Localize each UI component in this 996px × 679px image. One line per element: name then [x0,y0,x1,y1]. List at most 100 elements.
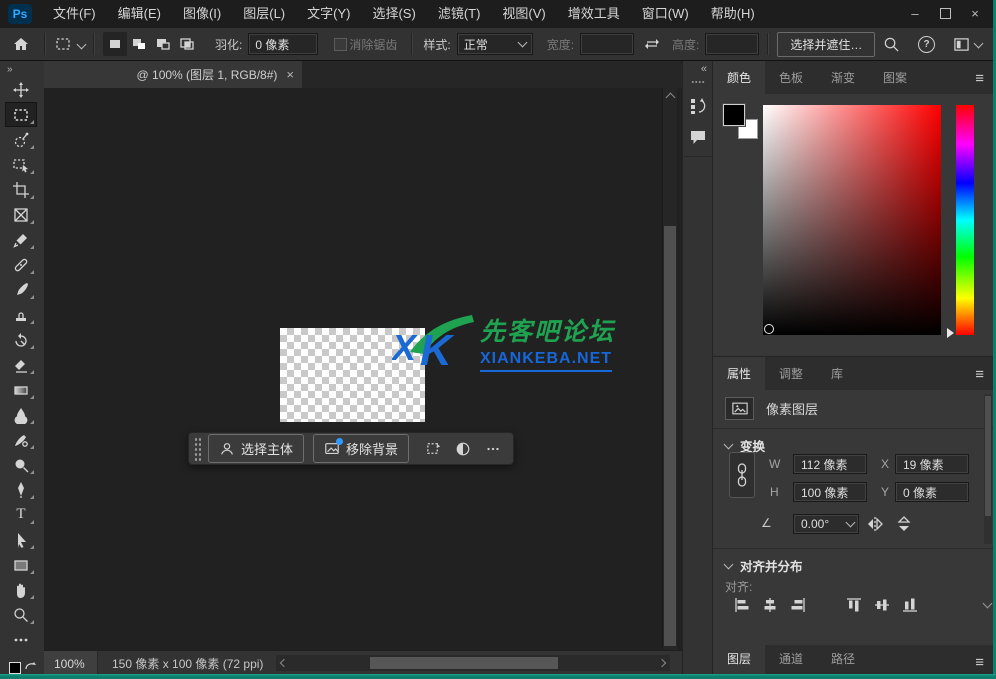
tab-gradients[interactable]: 渐变 [817,61,869,94]
tab-properties[interactable]: 属性 [713,357,766,390]
color-marker[interactable] [764,324,774,334]
vertical-scrollbar-thumb[interactable] [664,226,676,646]
menu-plugins[interactable]: 增效工具 [557,0,631,28]
tool-quick-selection[interactable] [5,127,37,152]
tool-type[interactable]: T [5,502,37,527]
menu-help[interactable]: 帮助(H) [700,0,766,28]
select-subject-button[interactable]: 选择主体 [208,434,305,463]
menu-window[interactable]: 窗口(W) [631,0,700,28]
tool-pen[interactable] [5,477,37,502]
menu-select[interactable]: 选择(S) [361,0,426,28]
help-icon[interactable]: ? [918,35,935,53]
link-dimensions-toggle[interactable] [729,452,755,498]
x-value-field[interactable]: 19 像素 [895,454,969,474]
menu-layer[interactable]: 图层(L) [232,0,296,28]
tool-object-selection[interactable] [5,152,37,177]
subtract-from-selection-button[interactable] [151,32,175,56]
antialias-checkbox[interactable] [334,37,348,51]
rotation-angle-dropdown[interactable]: 0.00° [793,514,859,534]
canvas[interactable]: X K 先客吧论坛 XIANKEBA.NET 选择主体 移除背景 [44,88,682,650]
minimize-button[interactable]: – [900,0,930,26]
hue-slider[interactable] [956,105,974,335]
align-bottom-icon[interactable] [901,596,919,614]
menu-view[interactable]: 视图(V) [491,0,556,28]
tool-smudge[interactable] [5,427,37,452]
panel-menu-icon[interactable]: ≡ [975,70,984,87]
y-value-field[interactable]: 0 像素 [895,482,969,502]
tool-path-selection[interactable] [5,527,37,552]
tab-layers[interactable]: 图层 [713,642,766,675]
transform-button[interactable] [418,437,448,461]
tool-gradient[interactable] [5,377,37,402]
panel-scrollbar[interactable] [984,394,992,544]
align-middle-icon[interactable] [873,596,891,614]
tab-close-icon[interactable]: × [286,67,294,82]
tool-crop[interactable] [5,177,37,202]
taskbar-drag-handle[interactable] [194,436,201,461]
new-selection-button[interactable] [103,32,127,56]
panel-scrollbar-thumb[interactable] [985,396,991,516]
tool-dodge[interactable] [5,452,37,477]
align-center-h-icon[interactable] [761,596,779,614]
add-to-selection-button[interactable] [127,32,151,56]
tool-history-brush[interactable] [5,327,37,352]
horizontal-scrollbar[interactable] [276,655,670,671]
tool-rectangle-shape[interactable] [5,552,37,577]
height-value-field[interactable]: 100 像素 [793,482,867,502]
scroll-up-icon[interactable] [665,92,676,103]
saturation-brightness-field[interactable] [763,105,941,335]
tool-hand[interactable] [5,577,37,602]
vertical-scrollbar[interactable] [662,88,677,650]
align-left-icon[interactable] [733,596,751,614]
tab-paths[interactable]: 路径 [817,642,869,675]
tool-eyedropper[interactable] [5,227,37,252]
collapse-panels-icon[interactable]: « [683,61,713,75]
menu-filter[interactable]: 滤镜(T) [427,0,492,28]
swap-colors-icon[interactable] [24,661,36,673]
tab-color[interactable]: 颜色 [713,61,766,94]
close-button[interactable]: × [960,0,990,26]
align-right-icon[interactable] [789,596,807,614]
history-panel-icon[interactable] [688,96,708,116]
width-value-field[interactable]: 112 像素 [793,454,867,474]
menu-edit[interactable]: 编辑(E) [107,0,172,28]
tool-rectangular-marquee[interactable] [5,102,37,127]
tool-move[interactable] [5,77,37,102]
swap-dimensions-icon[interactable] [644,37,660,51]
dock-drag-handle[interactable] [691,80,705,84]
scroll-down-icon[interactable] [982,598,993,609]
tool-blur[interactable] [5,402,37,427]
tool-spot-healing-brush[interactable] [5,252,37,277]
select-and-mask-button[interactable]: 选择并遮住… [777,31,876,57]
tool-zoom[interactable] [5,602,37,627]
maximize-button[interactable] [930,0,960,26]
tab-libraries[interactable]: 库 [817,357,857,390]
flip-horizontal-icon[interactable] [865,516,885,532]
foreground-color-swatch[interactable] [9,662,21,674]
tab-swatches[interactable]: 色板 [765,61,817,94]
collapse-tools-icon[interactable]: » [0,61,44,77]
taskbar-more-button[interactable] [478,437,508,461]
edit-toolbar-button[interactable] [5,627,37,652]
height-input[interactable] [705,33,760,55]
menu-file[interactable]: 文件(F) [42,0,107,28]
intersect-selection-button[interactable] [175,32,199,56]
tab-patterns[interactable]: 图案 [869,61,921,94]
remove-background-button[interactable]: 移除背景 [313,434,410,463]
flip-vertical-icon[interactable] [895,515,913,533]
horizontal-scrollbar-thumb[interactable] [370,657,558,669]
feather-input[interactable]: 0 像素 [248,33,319,55]
hue-slider-pointer[interactable] [947,328,954,338]
search-icon[interactable] [883,36,900,53]
panel-menu-icon[interactable]: ≡ [975,366,984,383]
panel-menu-icon[interactable]: ≡ [975,654,984,671]
adjustments-button[interactable] [448,437,478,461]
tool-eraser[interactable] [5,352,37,377]
foreground-color-swatch[interactable] [722,103,746,127]
home-button[interactable] [12,35,30,53]
tool-preset-picker[interactable] [54,35,87,53]
style-dropdown[interactable]: 正常 [456,33,533,55]
tool-frame[interactable] [5,202,37,227]
scroll-left-icon[interactable] [279,658,289,668]
workspace-switcher[interactable] [953,37,984,52]
